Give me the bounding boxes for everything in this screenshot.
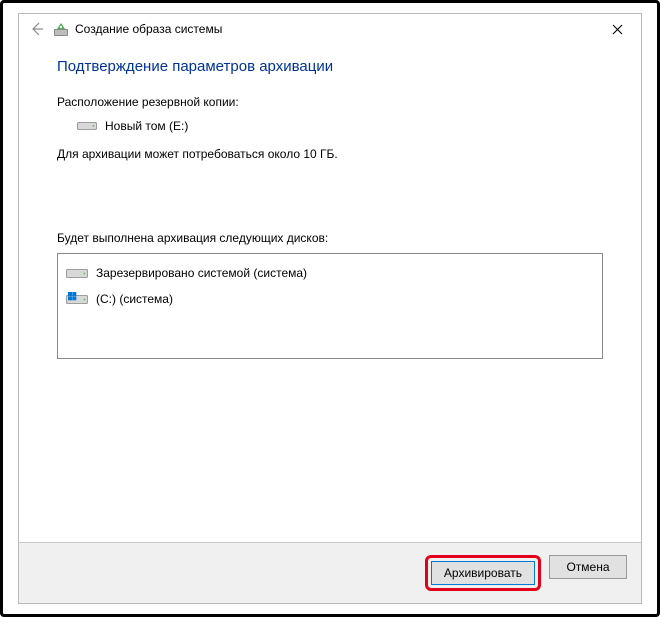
dialog-window: Создание образа системы Подтверждение па… (18, 13, 642, 604)
drives-section-label: Будет выполнена архивация следующих диск… (57, 231, 603, 245)
target-drive-name: Новый том (E:) (105, 119, 188, 133)
list-item: (C:) (система) (66, 286, 594, 312)
page-heading: Подтверждение параметров архивации (57, 58, 603, 75)
windows-drive-icon (66, 291, 88, 307)
cancel-button[interactable]: Отмена (549, 555, 627, 579)
list-item: Зарезервировано системой (система) (66, 260, 594, 286)
dialog-footer: Архивировать Отмена (19, 542, 641, 603)
drive-label: (C:) (система) (96, 292, 173, 306)
highlight-annotation: Архивировать (425, 555, 541, 591)
hard-drive-icon (66, 265, 88, 281)
app-icon (53, 21, 69, 37)
target-drive-row: Новый том (E:) (77, 119, 603, 133)
titlebar: Создание образа системы (19, 14, 641, 44)
archive-button[interactable]: Архивировать (431, 561, 535, 585)
window-title: Создание образа системы (75, 22, 597, 36)
back-button[interactable] (25, 17, 49, 41)
drives-listbox[interactable]: Зарезервировано системой (система) (57, 253, 603, 359)
content-area: Подтверждение параметров архивации Распо… (19, 44, 641, 542)
outer-frame: Создание образа системы Подтверждение па… (0, 0, 660, 617)
hard-drive-icon (77, 119, 97, 133)
size-estimate: Для архивации может потребоваться около … (57, 147, 603, 161)
backup-location-label: Расположение резервной копии: (57, 95, 603, 109)
close-button[interactable] (597, 15, 637, 43)
drive-label: Зарезервировано системой (система) (96, 266, 307, 280)
